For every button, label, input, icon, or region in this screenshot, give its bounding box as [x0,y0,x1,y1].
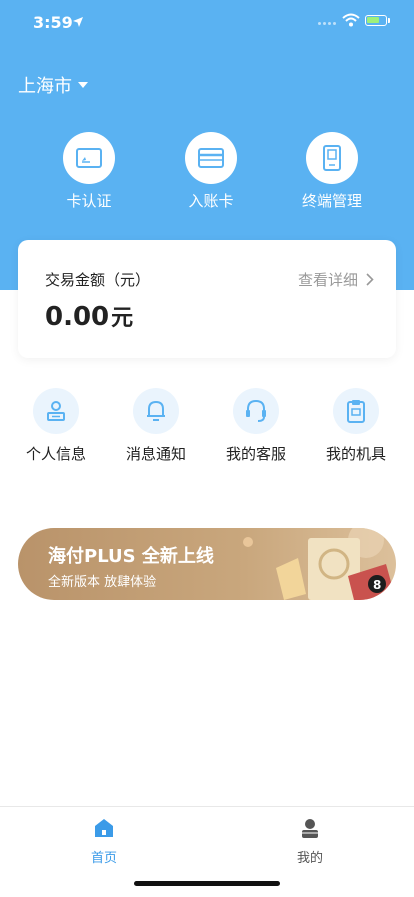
banner-subtitle: 全新版本 放肆体验 [48,575,157,590]
tab-home[interactable]: 首页 [64,817,144,866]
view-details-label: 查看详细 [297,271,358,289]
status-bar: 3:59 [0,0,414,44]
home-indicator [134,881,280,886]
clipboard-device-icon [333,388,379,434]
bank-card-icon [185,132,237,184]
caret-down-icon [78,82,88,88]
quick-action-label: 入账卡 [188,192,234,210]
feature-personal-info[interactable]: 个人信息 [11,388,101,464]
feature-my-devices[interactable]: 我的机具 [311,388,401,464]
amount-value: 0.00 [45,302,110,332]
person-info-icon [33,388,79,434]
feature-customer-service[interactable]: 我的客服 [211,388,301,464]
transaction-card: 交易金额（元） 查看详细 0.00元 [18,240,396,358]
quick-action-terminal[interactable]: 终端管理 [287,132,377,211]
feature-label: 我的客服 [225,445,286,463]
feature-label: 消息通知 [125,445,186,463]
feature-notifications[interactable]: 消息通知 [111,388,201,464]
signal-icon [318,22,336,26]
view-details-link[interactable]: 查看详细 [298,269,374,290]
quick-action-bank-card[interactable]: 入账卡 [166,132,256,211]
status-time: 3:59 [33,13,73,32]
card-verify-icon [63,132,115,184]
tab-home-label: 首页 [90,851,117,866]
banner-illustration: 8 [243,528,396,600]
tab-profile[interactable]: 我的 [270,817,350,866]
feature-label: 个人信息 [25,445,86,463]
tab-profile-label: 我的 [296,851,323,866]
city-label: 上海市 [18,76,72,97]
transaction-title: 交易金额（元） [45,271,151,289]
transaction-amount: 0.00元 [45,300,133,332]
svg-text:8: 8 [373,578,381,592]
banner-title: 海付PLUS 全新上线 [48,546,214,567]
quick-action-label: 终端管理 [301,192,362,210]
battery-icon [365,15,387,26]
city-selector[interactable]: 上海市 [18,72,88,98]
quick-action-label: 卡认证 [66,192,112,210]
headset-icon [233,388,279,434]
bell-icon [133,388,179,434]
profile-icon [302,819,318,838]
wifi-icon [342,13,360,27]
promo-banner[interactable]: 海付PLUS 全新上线 全新版本 放肆体验 8 [18,528,396,600]
chevron-right-icon [366,273,374,286]
amount-unit: 元 [111,306,134,331]
quick-action-card-verify[interactable]: 卡认证 [44,132,134,211]
location-arrow-icon [73,17,83,27]
feature-label: 我的机具 [325,445,386,463]
home-icon [95,819,113,837]
terminal-icon [306,132,358,184]
